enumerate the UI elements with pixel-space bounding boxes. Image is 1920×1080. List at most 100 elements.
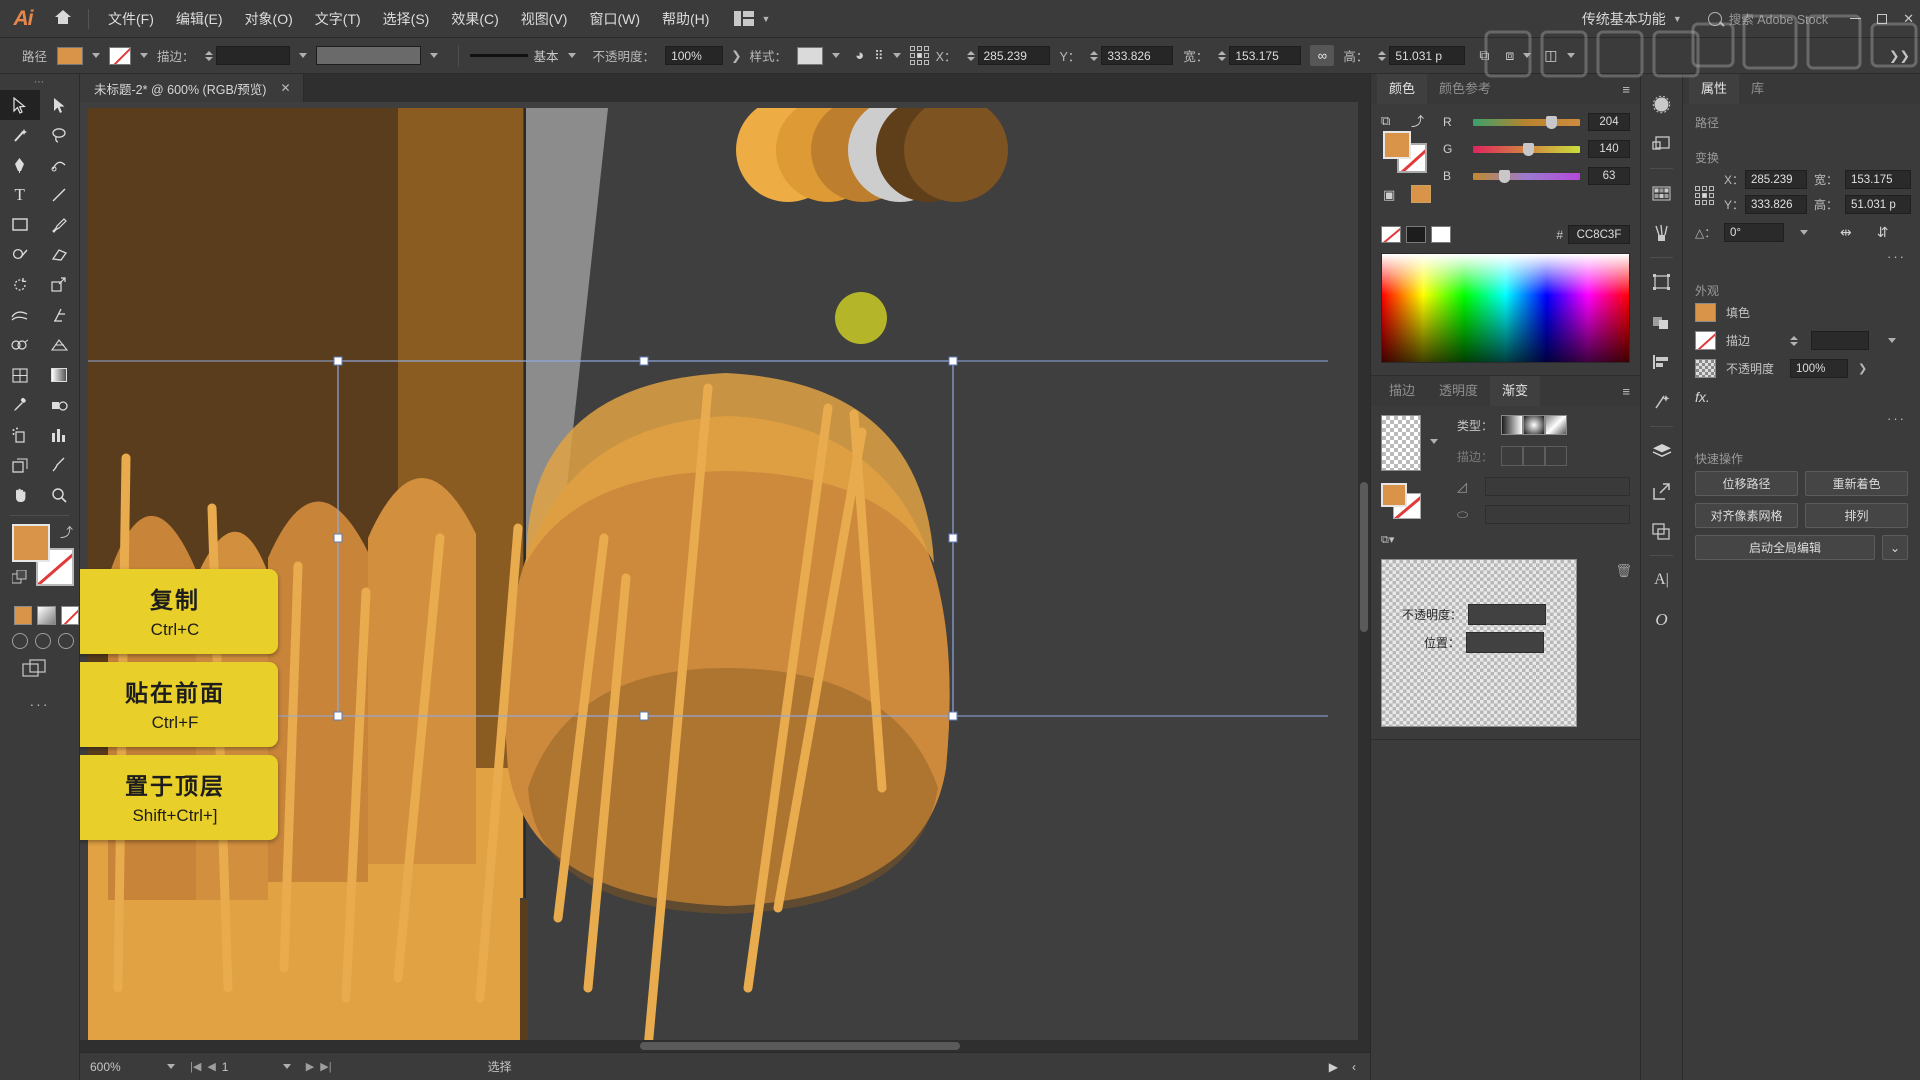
channel-b-slider[interactable] [1473,169,1580,183]
appearance-stroke-swatch[interactable] [1695,331,1716,350]
document-tab[interactable]: 未标题-2* @ 600% (RGB/预览) ✕ [80,74,304,102]
slice-tool[interactable] [40,450,80,480]
selection-tool[interactable] [0,90,40,120]
stroke-gradient-along-icon[interactable] [1523,446,1546,466]
page-nav-last[interactable]: ▶| [320,1060,331,1073]
stock-search[interactable]: 搜索 Adobe Stock [1707,9,1828,28]
height-input[interactable]: 51.031 p [1389,46,1466,65]
tab-transparency[interactable]: 透明度 [1427,376,1490,406]
gradient-tool[interactable] [40,360,80,390]
canvas-vertical-scrollbar[interactable] [1358,102,1370,1052]
menu-window[interactable]: 窗口(W) [578,0,651,38]
color-fill-swatch[interactable] [1383,131,1411,159]
opacity-input[interactable]: 100% [665,46,724,65]
tab-color[interactable]: 颜色 [1377,74,1428,104]
brushes-panel-icon[interactable] [1641,213,1682,253]
none-swatch[interactable] [1381,226,1401,243]
layers-panel-icon[interactable] [1641,431,1682,471]
recolor-artwork-icon[interactable]: ◕ [855,47,864,64]
gradient-angle-input[interactable] [1485,477,1630,496]
width-tool[interactable] [0,300,40,330]
angle-chevron-down-icon[interactable] [1800,230,1808,235]
gradient-chevron-down-icon[interactable] [1430,439,1438,444]
none-mode-icon[interactable] [60,606,79,625]
menu-object[interactable]: 对象(O) [234,0,304,38]
gradient-preview[interactable] [1381,415,1421,471]
maximize-icon[interactable] [1877,13,1888,24]
menu-view[interactable]: 视图(V) [510,0,579,38]
artboards-panel-icon[interactable] [1641,262,1682,302]
channel-r-value[interactable]: 204 [1588,113,1630,131]
swatches-panel-icon[interactable] [1641,124,1682,164]
control-bar-overflow-icon[interactable]: ❯❯ [1889,48,1920,63]
select-similar-icon[interactable]: ⠿ [874,48,884,64]
line-segment-tool[interactable] [40,180,80,210]
scale-tool[interactable] [40,270,80,300]
brush-chevron-down-icon[interactable] [567,53,576,58]
curvature-tool[interactable] [40,150,80,180]
rotate-tool[interactable] [0,270,40,300]
shaper-tool[interactable] [0,240,40,270]
paintbrush-tool[interactable] [40,210,80,240]
radial-gradient-icon[interactable] [1523,415,1546,435]
color-spectrum[interactable] [1381,253,1630,363]
workspace-switcher[interactable]: 传统基本功能 [1582,9,1666,29]
tab-properties[interactable]: 属性 [1689,74,1740,104]
y-input[interactable]: 333.826 [1101,46,1174,65]
menu-type[interactable]: 文字(T) [304,0,372,38]
magic-wand-tool[interactable] [0,120,40,150]
recolor-button[interactable]: 重新着色 [1805,471,1908,496]
stroke-profile-chevron-down-icon[interactable] [429,53,438,58]
symbol-sprayer-tool[interactable] [0,420,40,450]
opacity-input[interactable]: 100% [1790,359,1848,378]
tab-gradient[interactable]: 渐变 [1490,376,1541,406]
arrange-objects-icon[interactable]: ◫ [1544,47,1557,64]
appearance-fill-swatch[interactable] [1695,303,1716,322]
fill-swatch[interactable] [57,46,84,65]
default-fill-stroke-icon[interactable] [11,569,29,590]
opacity-options-icon[interactable]: ❯ [1858,362,1867,375]
column-graph-tool[interactable] [40,420,80,450]
draw-behind-icon[interactable] [35,633,51,649]
linear-gradient-icon[interactable] [1501,415,1524,435]
color-mode-icon[interactable] [14,606,33,625]
stroke-weight-input[interactable] [1811,331,1869,350]
channel-b-value[interactable]: 63 [1588,167,1630,185]
width-input[interactable]: 153.175 [1229,46,1302,65]
flip-horizontal-icon[interactable]: ⇹ [1840,224,1852,241]
white-swatch[interactable] [1431,226,1451,243]
page-number[interactable]: 1 [222,1060,268,1074]
status-prev-icon[interactable]: ‹ [1352,1060,1356,1074]
opacity-swatch[interactable] [1695,359,1716,378]
color-guide-icon[interactable] [1641,173,1682,213]
swap-fill-stroke-icon[interactable]: ⤴ [60,522,73,541]
gradient-aspect-input[interactable] [1485,505,1630,524]
black-swatch[interactable] [1406,226,1426,243]
eraser-tool[interactable] [40,240,80,270]
mesh-tool[interactable] [0,360,40,390]
menu-file[interactable]: 文件(F) [97,0,165,38]
transform-chevron-down-icon[interactable] [1523,53,1532,58]
fill-chevron-down-icon[interactable] [92,53,101,58]
draw-normal-icon[interactable] [12,633,28,649]
stroke-profile-select[interactable] [315,46,421,65]
opacity-options-icon[interactable]: ❯ [731,48,741,63]
asset-export-icon[interactable] [1641,471,1682,511]
stroke-weight-chevron-down-icon[interactable] [1888,338,1896,343]
stroke-weight-stepper[interactable] [1790,335,1798,346]
arrange-button[interactable]: 排列 [1805,503,1908,528]
eyedropper-tool[interactable] [0,390,40,420]
appearance-more-icon[interactable]: ··· [1683,405,1920,434]
toolbar-fill-swatch[interactable] [12,524,50,562]
status-next-icon[interactable]: ▶ [1329,1060,1338,1074]
libraries-panel-icon[interactable] [1641,511,1682,551]
x-input[interactable]: 285.239 [977,46,1050,65]
toolbar-grip[interactable]: ⋯ [0,74,79,90]
character-panel-icon[interactable]: A| [1641,560,1682,600]
panel-menu-icon[interactable]: ≡ [1622,83,1640,96]
tab-stroke[interactable]: 描边 [1377,376,1427,406]
trash-icon[interactable]: 🗑 [1615,563,1632,579]
shape-builder-tool[interactable] [0,330,40,360]
zoom-tool[interactable] [40,480,80,510]
direct-selection-tool[interactable] [40,90,80,120]
